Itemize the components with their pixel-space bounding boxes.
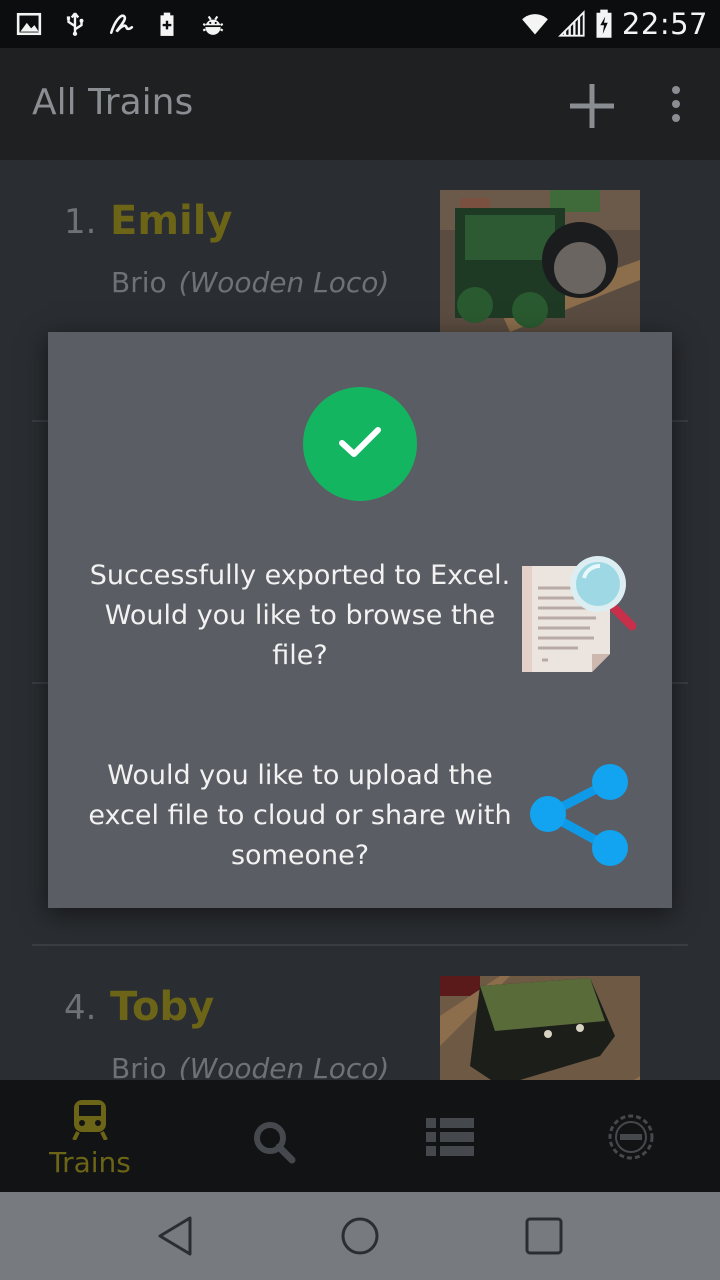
train-number: 4. bbox=[64, 988, 97, 1028]
export-dialog: Successfully exported to Excel. Would yo… bbox=[48, 332, 672, 908]
nav-tab-search[interactable] bbox=[204, 1080, 344, 1192]
nav-tab-trains[interactable]: Trains bbox=[20, 1080, 160, 1192]
nav-tab-list[interactable] bbox=[380, 1080, 520, 1192]
battery-charging-icon bbox=[596, 9, 612, 38]
signature-icon bbox=[109, 14, 134, 34]
check-icon bbox=[339, 427, 381, 457]
train-type: (Wooden Loco) bbox=[178, 266, 390, 299]
battery-plus-icon bbox=[160, 12, 174, 36]
train-photo[interactable] bbox=[440, 976, 640, 1080]
document-search-icon[interactable] bbox=[518, 554, 642, 680]
recents-icon[interactable] bbox=[522, 1214, 566, 1258]
add-icon[interactable] bbox=[568, 82, 616, 130]
back-icon[interactable] bbox=[154, 1214, 198, 1258]
status-clock: 22:57 bbox=[621, 7, 708, 41]
success-indicator bbox=[303, 387, 417, 501]
android-debug-icon bbox=[202, 15, 224, 35]
share-icon[interactable] bbox=[528, 762, 632, 870]
system-nav-bar bbox=[0, 1192, 720, 1280]
more-vert-icon[interactable] bbox=[664, 84, 688, 128]
train-photo[interactable] bbox=[440, 190, 640, 332]
train-list-item[interactable]: 4. Toby Brio (Wooden Loco) bbox=[0, 946, 720, 1080]
gallery-icon bbox=[16, 12, 42, 36]
train-number: 1. bbox=[64, 202, 97, 242]
train-maker: Brio (Wooden Loco) bbox=[111, 1052, 389, 1080]
bottom-nav: Trains bbox=[0, 1080, 720, 1192]
page-title: All Trains bbox=[32, 82, 194, 123]
list-icon bbox=[426, 1118, 474, 1156]
train-maker-name: Brio bbox=[111, 1052, 167, 1080]
signal-icon bbox=[558, 10, 585, 37]
nav-label: Trains bbox=[49, 1146, 131, 1179]
status-bar: 22:57 bbox=[0, 0, 720, 48]
wifi-icon bbox=[522, 14, 548, 35]
train-icon bbox=[72, 1100, 108, 1140]
home-icon[interactable] bbox=[338, 1214, 382, 1258]
usb-icon bbox=[66, 12, 84, 36]
train-maker-name: Brio bbox=[111, 266, 167, 299]
train-maker: Brio (Wooden Loco) bbox=[111, 266, 389, 299]
badge-icon bbox=[608, 1114, 654, 1160]
browse-file-message[interactable]: Successfully exported to Excel. Would yo… bbox=[88, 556, 512, 676]
nav-tab-badge[interactable] bbox=[560, 1080, 700, 1192]
train-name: Toby bbox=[110, 984, 215, 1030]
train-type: (Wooden Loco) bbox=[178, 1052, 390, 1080]
train-name: Emily bbox=[110, 198, 233, 244]
share-file-message[interactable]: Would you like to upload the excel file … bbox=[88, 756, 512, 876]
search-icon bbox=[254, 1122, 296, 1164]
